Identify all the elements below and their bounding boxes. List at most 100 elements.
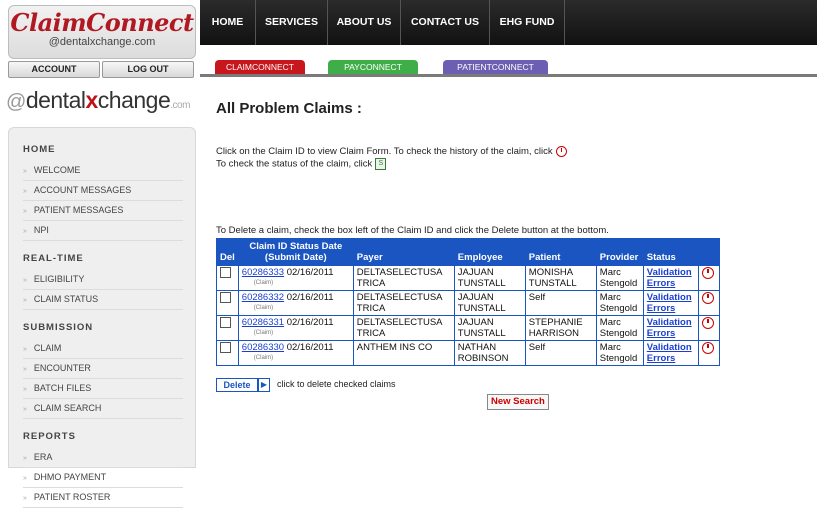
bullet-icon: » — [23, 455, 27, 462]
bullet-icon: » — [23, 297, 27, 304]
bullet-icon: » — [23, 277, 27, 284]
table-row: 60286333 02/16/2011 (Claim) DELTASELECTUSA… — [216, 265, 720, 291]
tab-patientconnect[interactable]: PATIENTCONNECT — [443, 60, 548, 74]
employee-cell: NATHAN ROBINSON — [453, 340, 526, 366]
claim-history-icon[interactable] — [701, 267, 714, 279]
bullet-icon: » — [23, 386, 27, 393]
claim-type: (Claim) — [253, 305, 274, 311]
sidebar-item-label: BATCH FILES — [33, 383, 92, 393]
bullet-icon: » — [23, 366, 27, 373]
claim-history-icon[interactable] — [701, 342, 714, 354]
table-row: 60286332 02/16/2011 (Claim) DELTASELECTUSA… — [216, 290, 720, 316]
delete-hint: click to delete checked claims — [277, 379, 396, 389]
status-cell: Validation Errors — [642, 265, 699, 291]
provider-cell: Marc Stengold — [595, 340, 644, 366]
delete-arrow-icon[interactable]: ▶ — [258, 378, 270, 392]
sidebar-item-claim-search[interactable]: » CLAIM SEARCH — [23, 399, 183, 419]
del-cell — [216, 315, 239, 341]
validation-errors-link[interactable]: Validation Errors — [647, 292, 692, 314]
brand-x: x — [85, 87, 98, 113]
col-claim-id: Claim ID — [249, 241, 288, 252]
provider-cell: Marc Stengold — [595, 290, 644, 316]
col-patient: Patient — [524, 238, 597, 266]
claim-id-link[interactable]: 60286332 — [242, 292, 284, 303]
history-cell — [697, 315, 720, 341]
sidebar-item-welcome[interactable]: » WELCOME — [23, 161, 183, 181]
nav-tab-home[interactable]: HOME — [200, 0, 256, 45]
tab-payconnect[interactable]: PAYCONNECT — [328, 60, 418, 74]
sidebar-nav: HOME » WELCOME » ACCOUNT MESSAGES » PATIENT ME… — [8, 127, 196, 508]
nav-tab-ehg-fund[interactable]: EHG FUND — [490, 0, 565, 45]
delete-checkbox[interactable] — [220, 317, 231, 328]
instruction-delete: To Delete a claim, check the box left of… — [216, 225, 609, 236]
bullet-icon: » — [23, 406, 27, 413]
history-cell — [697, 290, 720, 316]
provider-cell: Marc Stengold — [595, 265, 644, 291]
validation-errors-link[interactable]: Validation Errors — [647, 317, 692, 339]
dentalxchange-brand: @dentalxchange.com — [6, 86, 190, 120]
claim-type: (Claim) — [253, 280, 274, 286]
bullet-icon: » — [23, 168, 27, 175]
new-search-button[interactable]: New Search — [487, 394, 549, 410]
sidebar-item-label: ERA — [33, 452, 53, 462]
claim-id-link[interactable]: 60286333 — [242, 267, 284, 278]
col-provider: Provider — [595, 238, 644, 266]
table-row: 60286331 02/16/2011 (Claim) DELTASELECTUSA… — [216, 315, 720, 341]
history-cell — [697, 265, 720, 291]
sidebar-item-label: PATIENT MESSAGES — [33, 205, 124, 215]
tab-claimconnect[interactable]: CLAIMCONNECT — [215, 60, 305, 74]
instruction-status-text: To check the status of the claim, click — [216, 158, 373, 170]
product-tabs: CLAIMCONNECT PAYCONNECT PATIENTCONNECT — [200, 45, 817, 75]
claim-cell: 60286333 02/16/2011 (Claim) — [237, 265, 354, 291]
delete-button[interactable]: Delete — [216, 378, 258, 392]
claim-history-icon[interactable] — [701, 317, 714, 329]
status-date: 02/16/2011 — [286, 317, 334, 328]
delete-checkbox[interactable] — [220, 342, 231, 353]
sidebar-item-claim[interactable]: » CLAIM — [23, 339, 183, 359]
sidebar-item-label: ELIGIBILITY — [33, 274, 85, 284]
delete-checkbox[interactable] — [220, 292, 231, 303]
nav-tab-about-us[interactable]: ABOUT US — [328, 0, 401, 45]
sidebar-item-era[interactable]: » ERA — [23, 448, 183, 468]
provider-cell: Marc Stengold — [595, 315, 644, 341]
delete-checkbox[interactable] — [220, 267, 231, 278]
sidebar-item-batch-files[interactable]: » BATCH FILES — [23, 379, 183, 399]
claim-id-link[interactable]: 60286330 — [242, 342, 284, 353]
validation-errors-link[interactable]: Validation Errors — [647, 267, 692, 289]
sidebar-item-label: ACCOUNT MESSAGES — [33, 185, 132, 195]
claim-cell: 60286332 02/16/2011 (Claim) — [237, 290, 354, 316]
nav-tab-contact-us[interactable]: CONTACT US — [401, 0, 490, 45]
account-bar: ACCOUNT LOG OUT — [8, 61, 196, 78]
status-date: 02/16/2011 — [286, 292, 334, 303]
sidebar-item-label: WELCOME — [33, 165, 81, 175]
logo-subtitle: @dentalxchange.com — [48, 36, 156, 48]
sidebar-item-label: ENCOUNTER — [33, 363, 91, 373]
sidebar-item-label: DHMO PAYMENT — [33, 472, 107, 482]
table-header-row: Del Claim ID Status Date (Submit Date) P… — [216, 238, 720, 266]
nav-tab-services[interactable]: SERVICES — [256, 0, 328, 45]
status-date: 02/16/2011 — [286, 267, 334, 278]
account-button[interactable]: ACCOUNT — [8, 61, 100, 78]
sidebar-item-eligibility[interactable]: » ELIGIBILITY — [23, 270, 183, 290]
sidebar-item-patient-roster[interactable]: » PATIENT ROSTER — [23, 488, 183, 508]
sidebar-item-label: CLAIM SEARCH — [33, 403, 102, 413]
bullet-icon: » — [23, 188, 27, 195]
claim-history-icon[interactable] — [701, 292, 714, 304]
patient-cell: Self — [524, 290, 597, 316]
sidebar-item-claim-status[interactable]: » CLAIM STATUS — [23, 290, 183, 310]
col-history — [697, 238, 720, 266]
logout-button[interactable]: LOG OUT — [102, 61, 194, 78]
status-cell: Validation Errors — [642, 340, 699, 366]
bullet-icon: » — [23, 208, 27, 215]
sidebar-item-patient-messages[interactable]: » PATIENT MESSAGES — [23, 201, 183, 221]
claimconnect-logo[interactable]: ClaimConnect @dentalxchange.com — [8, 5, 196, 59]
sidebar-item-npi[interactable]: » NPI — [23, 221, 183, 241]
bullet-icon: » — [23, 495, 27, 502]
employee-cell: JAJUAN TUNSTALL — [453, 315, 526, 341]
validation-errors-link[interactable]: Validation Errors — [647, 342, 692, 364]
sidebar-item-dhmo-payment[interactable]: » DHMO PAYMENT — [23, 468, 183, 488]
sidebar-item-account-messages[interactable]: » ACCOUNT MESSAGES — [23, 181, 183, 201]
claim-id-link[interactable]: 60286331 — [242, 317, 284, 328]
sidebar-item-encounter[interactable]: » ENCOUNTER — [23, 359, 183, 379]
claim-cell: 60286331 02/16/2011 (Claim) — [237, 315, 354, 341]
